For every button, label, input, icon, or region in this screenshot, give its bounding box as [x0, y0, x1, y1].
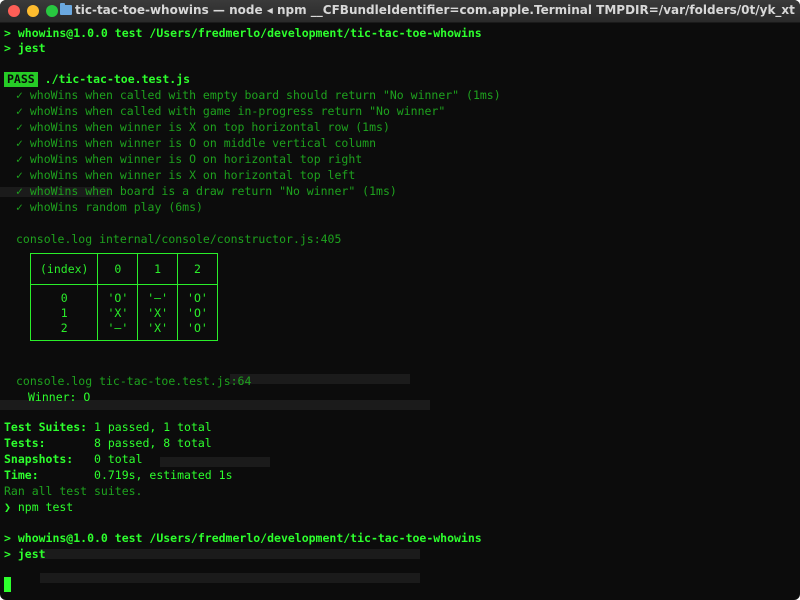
minimize-window-button[interactable] — [27, 5, 39, 17]
window-title: tic-tac-toe-whowins — node ◂ npm __CFBun… — [75, 3, 795, 17]
table-header-cell: (index) — [29, 253, 99, 285]
test-case: ✓ whoWins when winner is X on top horizo… — [16, 120, 390, 134]
close-window-button[interactable] — [8, 5, 20, 17]
console-log-location: console.log tic-tac-toe.test.js:64 — [16, 374, 252, 388]
table-header-cell: 0 — [97, 253, 139, 285]
table-column-1: '—' 'X' 'X' — [137, 284, 179, 341]
table-index-column: 012 — [29, 284, 99, 341]
table-column-2: 'O' 'O' 'O' — [177, 284, 218, 341]
test-case: ✓ whoWins when board is a draw return "N… — [16, 184, 397, 198]
zoom-window-button[interactable] — [46, 5, 58, 17]
ghost-artifact — [230, 374, 410, 384]
table-header-row: (index) 0 1 2 — [29, 253, 218, 285]
run2-command: > jest — [4, 547, 46, 561]
terminal-window: tic-tac-toe-whowins — node ◂ npm __CFBun… — [0, 0, 800, 600]
summary-time: Time: 0.719s, estimated 1s — [4, 468, 233, 482]
test-case: ✓ whoWins when winner is O on middle ver… — [16, 136, 377, 150]
terminal-cursor — [4, 577, 11, 592]
folder-icon — [60, 3, 72, 15]
terminal-output[interactable]: > whowins@1.0.0 test /Users/fredmerlo/de… — [0, 22, 800, 600]
test-case: ✓ whoWins when called with game in-progr… — [16, 104, 446, 118]
winner-output: Winner: O — [28, 390, 91, 404]
table-header-cell: 2 — [177, 253, 218, 285]
ran-all-message: Ran all test suites. — [4, 484, 143, 498]
summary-snapshots: Snapshots: 0 total — [4, 452, 143, 466]
ghost-artifact — [40, 549, 420, 559]
table-header-cell: 1 — [137, 253, 179, 285]
test-case: ✓ whoWins when winner is O on horizontal… — [16, 152, 363, 166]
test-file-name: ./tic-tac-toe.test.js — [44, 72, 191, 86]
run1-command: > jest — [4, 41, 46, 55]
test-case: ✓ whoWins when called with empty board s… — [16, 88, 501, 102]
test-result-header: PASS ./tic-tac-toe.test.js — [4, 72, 190, 87]
title-bar: tic-tac-toe-whowins — node ◂ npm __CFBun… — [0, 0, 800, 23]
pass-badge: PASS — [4, 72, 38, 87]
summary-suites: Test Suites: 1 passed, 1 total — [4, 420, 212, 434]
shell-prompt-line: ❯ npm test — [4, 500, 74, 514]
console-log-location: console.log internal/console/constructor… — [16, 232, 342, 246]
test-case: ✓ whoWins random play (6ms) — [16, 200, 203, 214]
ghost-artifact — [160, 457, 270, 467]
table-column-0: 'O' 'X' '—' — [97, 284, 139, 341]
summary-tests: Tests: 8 passed, 8 total — [4, 436, 212, 450]
run1-header: > whowins@1.0.0 test /Users/fredmerlo/de… — [4, 26, 482, 40]
test-case: ✓ whoWins when winner is X on horizontal… — [16, 168, 356, 182]
ghost-artifact — [40, 573, 420, 583]
table-body-row: 012 'O' 'X' '—' '—' 'X' 'X' 'O' 'O' 'O' — [29, 284, 218, 341]
console-table: (index) 0 1 2 012 'O' 'X' '—' '—' 'X' 'X' 'O… — [29, 253, 218, 341]
run2-header: > whowins@1.0.0 test /Users/fredmerlo/de… — [4, 531, 482, 545]
